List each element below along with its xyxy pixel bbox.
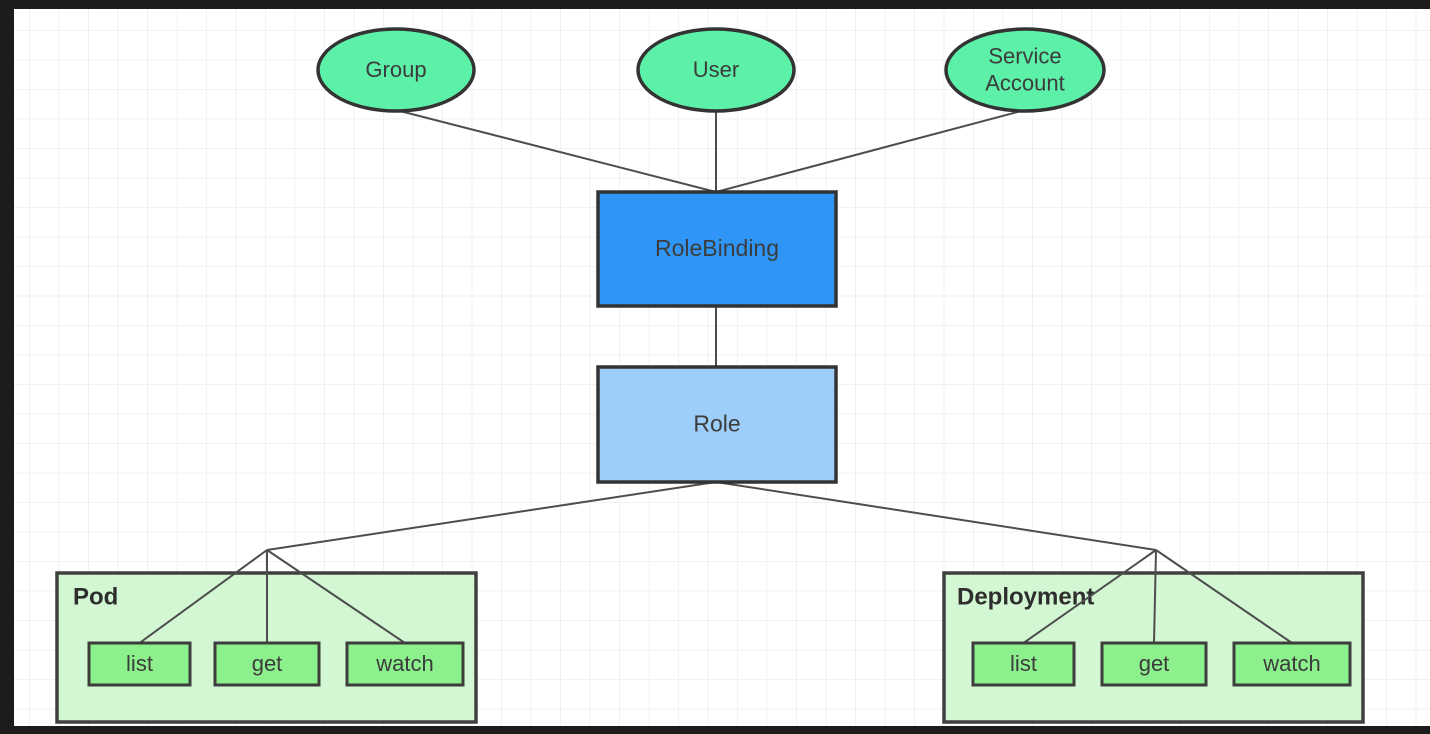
verb-label-deployment-get: get bbox=[1139, 651, 1170, 676]
verb-label-pod-watch: watch bbox=[375, 651, 433, 676]
verb-label-pod-list: list bbox=[126, 651, 153, 676]
resource-group-label-pod: Pod bbox=[73, 583, 118, 610]
node-user[interactable]: User bbox=[636, 27, 796, 113]
node-label-user: User bbox=[693, 57, 739, 82]
subject-layer: Group User ServiceAccount bbox=[316, 27, 1106, 113]
verb-label-pod-get: get bbox=[252, 651, 283, 676]
resource-layer: Pod list get watch Deployment list get watch bbox=[55, 549, 1365, 724]
diagram-frame: Pod list get watch Deployment list get watch Ro… bbox=[0, 0, 1430, 734]
resource-group-deployment[interactable]: Deployment list get watch bbox=[942, 549, 1365, 724]
resource-group-label-deployment: Deployment bbox=[957, 583, 1094, 610]
rbac-diagram: Pod list get watch Deployment list get watch Ro… bbox=[55, 27, 1365, 724]
resource-group-pod[interactable]: Pod list get watch bbox=[55, 549, 478, 724]
node-rolebinding[interactable]: RoleBinding bbox=[596, 190, 838, 308]
edge-group-to-rolebinding bbox=[395, 109, 717, 193]
node-label-service-account-line2: Account bbox=[985, 70, 1065, 95]
node-label-rolebinding: RoleBinding bbox=[655, 235, 779, 261]
node-service-account[interactable]: ServiceAccount bbox=[944, 27, 1106, 113]
verb-label-deployment-watch: watch bbox=[1262, 651, 1320, 676]
node-role[interactable]: Role bbox=[596, 365, 838, 484]
node-label-group: Group bbox=[365, 57, 426, 82]
edge-service-account-to-rolebinding bbox=[715, 109, 1026, 193]
verb-label-deployment-list: list bbox=[1010, 651, 1037, 676]
node-group[interactable]: Group bbox=[316, 27, 476, 113]
node-label-service-account-line1: Service bbox=[988, 43, 1061, 68]
edge-layer bbox=[266, 109, 1157, 551]
edge-role-to-deployment bbox=[715, 481, 1157, 551]
edge-role-to-pod bbox=[266, 481, 717, 551]
node-label-role: Role bbox=[693, 411, 740, 437]
